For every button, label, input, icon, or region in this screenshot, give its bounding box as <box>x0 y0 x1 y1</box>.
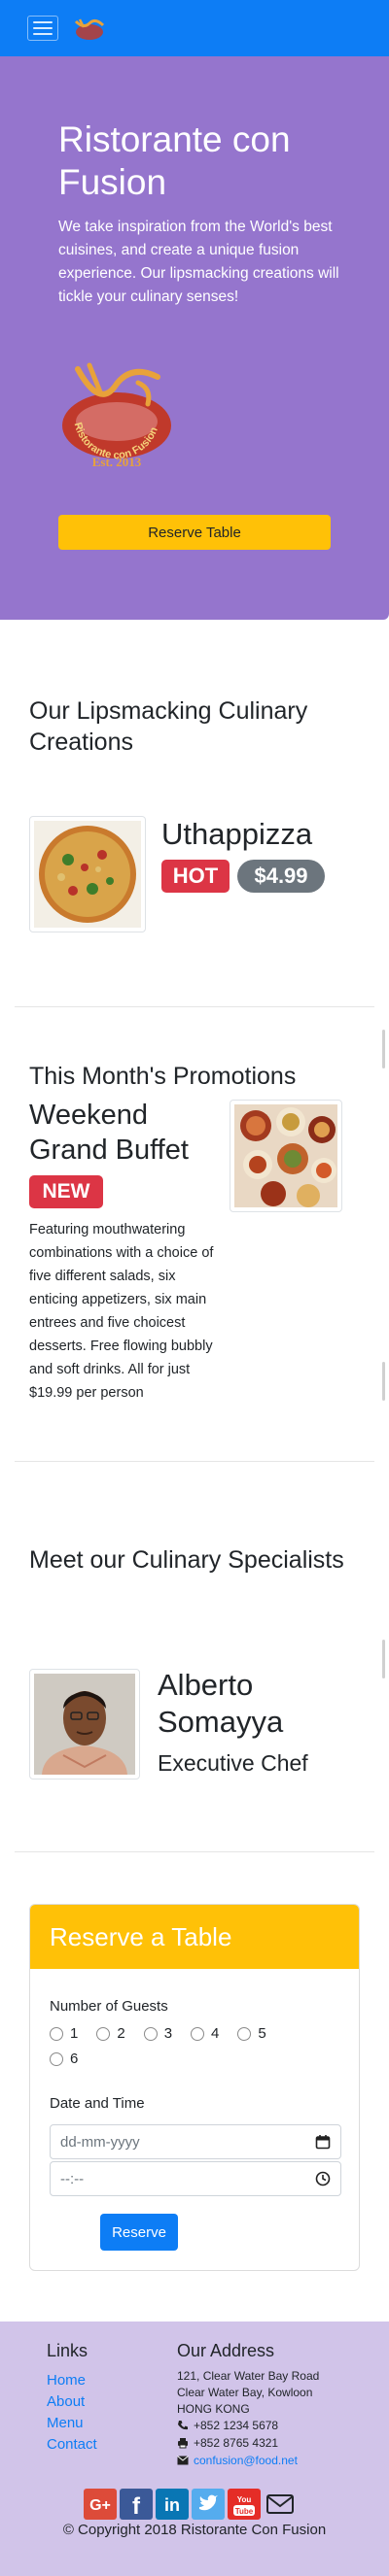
dish-name: Uthappizza <box>161 817 313 851</box>
linkedin-icon[interactable]: in <box>156 2489 189 2520</box>
promotion-name: Weekend Grand Buffet <box>29 1100 189 1166</box>
svg-text:Tube: Tube <box>235 2507 254 2516</box>
navbar <box>0 0 389 56</box>
radio-button[interactable] <box>96 2026 111 2041</box>
radio-button[interactable] <box>237 2026 252 2041</box>
restaurant-description: We take inspiration from the World's bes… <box>58 219 339 305</box>
phone-line: +852 1234 5678 <box>177 2419 278 2432</box>
calendar-icon[interactable] <box>315 2134 331 2150</box>
brand-logo-icon[interactable] <box>70 16 109 41</box>
email-link[interactable]: confusion@food.net <box>194 2454 298 2467</box>
leader-designation: Executive Chef <box>158 1750 308 1776</box>
fax-line: +852 8765 4321 <box>177 2436 278 2450</box>
phone-number: +852 1234 5678 <box>194 2419 279 2432</box>
address-line-1: 121, Clear Water Bay Road <box>177 2369 320 2383</box>
price-badge: $4.99 <box>237 860 325 893</box>
email-line: confusion@food.net <box>177 2454 298 2467</box>
radio-button[interactable] <box>50 2051 63 2066</box>
radio-button[interactable] <box>50 2026 63 2041</box>
svg-text:in: in <box>164 2495 180 2515</box>
footer-link-contact[interactable]: Contact <box>47 2436 97 2453</box>
footer-link-menu[interactable]: Menu <box>47 2415 84 2431</box>
leaders-section-title: Meet our Culinary Specialists <box>29 1546 344 1574</box>
guest-option-label: 6 <box>70 2051 79 2067</box>
reservation-card: Reserve a Table Number of Guests 1 2 3 4… <box>29 1904 360 2271</box>
date-input[interactable]: dd-mm-yyyy <box>50 2124 341 2159</box>
svg-text:G+: G+ <box>89 2497 111 2514</box>
dishes-section-title: Our Lipsmacking Culinary Creations <box>29 697 308 756</box>
leader-photo <box>29 1669 140 1779</box>
youtube-icon[interactable]: You Tube <box>228 2489 261 2520</box>
footer-links-heading: Links <box>47 2341 88 2360</box>
facebook-icon[interactable]: f <box>120 2489 153 2520</box>
logo-est-text: Est. 2013 <box>92 455 142 468</box>
guest-option-5[interactable]: 5 <box>237 2025 266 2042</box>
promotion-image <box>230 1100 342 1212</box>
radio-button[interactable] <box>143 2026 158 2041</box>
section-divider <box>15 1006 374 1007</box>
social-links: G+ f in You Tube <box>84 2489 297 2520</box>
svg-text:You: You <box>237 2495 252 2504</box>
promotions-section-title: This Month's Promotions <box>29 1063 297 1090</box>
reserve-table-button[interactable]: Reserve Table <box>58 515 331 550</box>
reserve-submit-button[interactable]: Reserve <box>100 2214 178 2251</box>
date-placeholder: dd-mm-yyyy <box>60 2133 140 2151</box>
hamburger-bar <box>33 33 53 35</box>
scroll-indicator <box>382 1030 385 1068</box>
new-badge: NEW <box>29 1175 103 1208</box>
datetime-label: Date and Time <box>50 2095 145 2112</box>
menu-toggle-button[interactable] <box>27 16 58 41</box>
google-plus-icon[interactable]: G+ <box>84 2489 117 2520</box>
footer-link-about[interactable]: About <box>47 2393 85 2410</box>
leader-name: Alberto Somayya <box>158 1668 284 1739</box>
guests-label: Number of Guests <box>50 1998 168 2015</box>
copyright-text: © Copyright 2018 Ristorante Con Fusion <box>62 2522 327 2538</box>
address-line-3: HONG KONG <box>177 2402 250 2416</box>
time-placeholder: --:-- <box>60 2170 85 2187</box>
guest-option-label: 1 <box>70 2025 79 2042</box>
dish-image <box>29 816 146 932</box>
guest-option-4[interactable]: 4 <box>191 2025 219 2042</box>
hamburger-bar <box>33 27 53 29</box>
reservation-card-title: Reserve a Table <box>30 1905 359 1969</box>
mail-icon[interactable] <box>264 2489 297 2520</box>
section-divider <box>15 1851 374 1852</box>
phone-icon <box>178 2421 188 2430</box>
svg-text:f: f <box>132 2493 141 2520</box>
guest-option-1[interactable]: 1 <box>50 2025 78 2042</box>
guest-option-label: 3 <box>163 2025 173 2042</box>
clock-icon[interactable] <box>315 2171 331 2186</box>
envelope-icon <box>177 2456 189 2465</box>
scroll-indicator <box>382 1640 385 1678</box>
promotion-description: Featuring mouthwatering combinations wit… <box>29 1222 214 1401</box>
guest-option-2[interactable]: 2 <box>96 2025 125 2042</box>
scroll-indicator <box>382 1362 385 1401</box>
guest-option-label: 5 <box>258 2025 266 2042</box>
fax-icon <box>178 2438 188 2449</box>
twitter-icon[interactable] <box>192 2489 225 2520</box>
footer-address-heading: Our Address <box>177 2341 275 2360</box>
hot-badge: HOT <box>161 860 230 893</box>
restaurant-title: Ristorante con Fusion <box>58 119 291 202</box>
radio-button[interactable] <box>191 2026 205 2041</box>
guests-radio-group: 1 2 3 4 5 <box>50 2025 266 2042</box>
guest-option-6[interactable]: 6 <box>50 2051 78 2067</box>
guest-option-label: 2 <box>117 2025 125 2042</box>
guests-radio-group-row2: 6 <box>50 2051 78 2067</box>
footer-link-home[interactable]: Home <box>47 2372 86 2389</box>
hamburger-bar <box>33 21 53 23</box>
time-input[interactable]: --:-- <box>50 2161 341 2196</box>
guest-option-3[interactable]: 3 <box>143 2025 173 2042</box>
section-divider <box>15 1461 374 1462</box>
address-line-2: Clear Water Bay, Kowloon <box>177 2386 313 2399</box>
guest-option-label: 4 <box>211 2025 220 2042</box>
restaurant-logo: Ristorante con Fusion Est. 2013 <box>62 362 171 468</box>
fax-number: +852 8765 4321 <box>194 2436 279 2450</box>
